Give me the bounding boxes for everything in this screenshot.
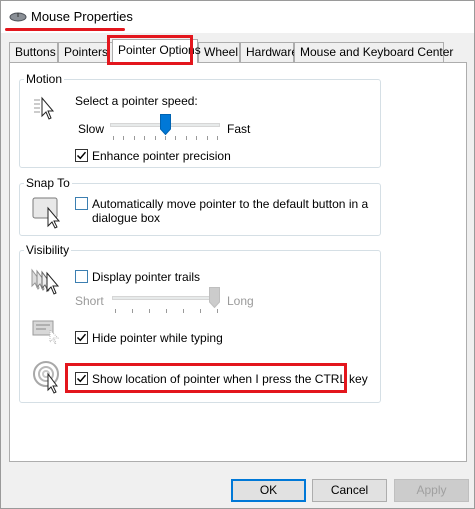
tab-mouse-and-keyboard-center[interactable]: Mouse and Keyboard Center bbox=[294, 42, 453, 62]
motion-legend: Motion bbox=[26, 72, 63, 86]
short-label: Short bbox=[75, 294, 104, 308]
slider-tick bbox=[175, 136, 177, 140]
hide-pointer-checkbox[interactable] bbox=[75, 331, 88, 344]
slider-tick bbox=[154, 136, 156, 140]
slider-tick bbox=[113, 136, 114, 140]
slider-tick bbox=[200, 309, 201, 313]
tab-hardware[interactable]: Hardware bbox=[240, 42, 298, 62]
pointer-trails-label[interactable]: Display pointer trails bbox=[92, 270, 200, 284]
slider-tick bbox=[206, 136, 208, 140]
tab-wheel[interactable]: Wheel bbox=[198, 42, 240, 62]
slider-tick bbox=[115, 309, 116, 313]
pointer-speed-slider[interactable] bbox=[108, 111, 222, 143]
fast-label: Fast bbox=[227, 122, 251, 136]
tab-buttons[interactable]: Buttons bbox=[9, 42, 58, 62]
enhance-precision-checkbox[interactable] bbox=[75, 149, 88, 162]
pointer-trails-icon bbox=[31, 268, 60, 295]
visibility-legend: Visibility bbox=[26, 243, 70, 257]
ctrl-locate-icon bbox=[33, 361, 59, 394]
tab-highlight-box bbox=[107, 35, 193, 65]
hide-pointer-label[interactable]: Hide pointer while typing bbox=[92, 331, 223, 345]
enhance-precision-label[interactable]: Enhance pointer precision bbox=[92, 149, 231, 163]
title-bar[interactable]: Mouse Properties bbox=[1, 1, 474, 33]
slider-tick bbox=[185, 136, 187, 140]
cancel-button[interactable]: Cancel bbox=[312, 479, 387, 502]
hide-pointer-icon bbox=[32, 320, 60, 345]
pointer-speed-label: Select a pointer speed: bbox=[75, 94, 198, 108]
snap-to-checkbox[interactable] bbox=[75, 197, 88, 210]
pointer-speed-icon bbox=[34, 96, 55, 120]
slider-tick bbox=[132, 309, 133, 313]
ctrl-option-highlight-box bbox=[65, 363, 347, 393]
snap-to-button-icon bbox=[32, 197, 61, 229]
slow-label: Slow bbox=[78, 122, 105, 136]
trails-slider-track bbox=[112, 296, 220, 300]
slider-tick bbox=[165, 136, 166, 140]
apply-button[interactable]: Apply bbox=[394, 479, 469, 502]
slider-tick bbox=[166, 309, 167, 313]
slider-tick bbox=[217, 136, 218, 140]
mouse-properties-dialog: Mouse Properties Buttons Pointers Pointe… bbox=[0, 0, 475, 509]
window-title: Mouse Properties bbox=[31, 9, 133, 24]
long-label: Long bbox=[227, 294, 254, 308]
ok-button[interactable]: OK bbox=[231, 479, 306, 502]
slider-tick bbox=[183, 309, 184, 313]
pointer-trails-slider[interactable] bbox=[110, 285, 222, 315]
slider-tick bbox=[144, 136, 146, 140]
title-highlight-underline bbox=[5, 28, 125, 31]
pointer-options-panel: Motion Select a pointer speed: Slow Fast… bbox=[9, 62, 467, 462]
slider-tick bbox=[217, 309, 218, 313]
pointer-trails-checkbox[interactable] bbox=[75, 270, 88, 283]
slider-thumb[interactable] bbox=[159, 114, 171, 135]
tab-pointers[interactable]: Pointers bbox=[58, 42, 113, 62]
snap-to-label-line2[interactable]: dialogue box bbox=[92, 211, 160, 225]
slider-tick bbox=[133, 136, 135, 140]
mouse-icon bbox=[9, 12, 27, 22]
snap-to-legend: Snap To bbox=[26, 176, 70, 190]
slider-tick bbox=[149, 309, 150, 313]
trails-slider-thumb[interactable] bbox=[209, 287, 220, 308]
snap-to-label-line1[interactable]: Automatically move pointer to the defaul… bbox=[92, 197, 368, 211]
slider-tick bbox=[196, 136, 198, 140]
tab-strip: Buttons Pointers Pointer Options Wheel H… bbox=[9, 39, 467, 63]
slider-tick bbox=[123, 136, 125, 140]
